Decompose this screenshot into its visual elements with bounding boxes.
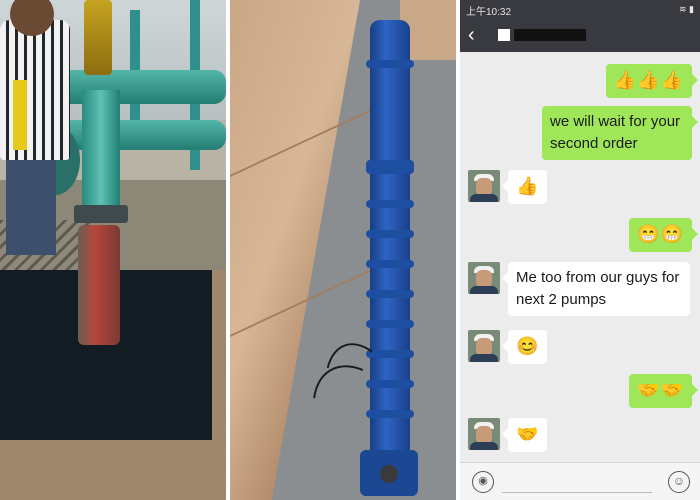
message-bubble-incoming[interactable]: 👍: [501, 170, 548, 204]
message-bubble-incoming[interactable]: 🤝: [501, 418, 548, 452]
vertical-pipe: [82, 90, 120, 210]
thumbs-up-icon: 👍👍👍: [613, 70, 684, 90]
contact-name-redacted: [514, 29, 586, 41]
grinning-face-icon: 😁😁: [637, 224, 684, 244]
message-bubble-incoming[interactable]: Me too from our guys for next 2 pumps: [502, 262, 690, 316]
chat-header: ‹: [460, 18, 700, 52]
message-bubble-outgoing[interactable]: 👍👍👍: [605, 64, 699, 98]
avatar-shirt: [470, 286, 498, 294]
pump-body: [78, 225, 120, 345]
pump-rib: [366, 320, 414, 328]
status-bar: 上午10:32 ≋ ▮: [460, 0, 700, 18]
worker: [0, 20, 70, 160]
status-time: 上午10:32: [466, 7, 512, 18]
contact-avatar-redacted: [498, 29, 510, 41]
input-bar: ◉ ☺: [460, 462, 700, 500]
avatar-shirt: [470, 194, 498, 202]
message-text: Me too from our guys for next 2 pumps: [516, 269, 680, 308]
avatar[interactable]: [468, 418, 500, 450]
handshake-icon: 🤝🤝: [637, 380, 684, 400]
avatar-shirt: [470, 354, 498, 362]
worker-legs: [6, 155, 56, 255]
back-icon[interactable]: ‹: [468, 24, 488, 46]
pit-edge: [212, 270, 226, 500]
message-bubble-outgoing[interactable]: 🤝🤝: [629, 374, 698, 408]
handshake-icon: 🤝: [516, 424, 540, 444]
message-text: we will wait for your second order: [550, 113, 681, 152]
submersible-pump-photo: [230, 0, 456, 500]
pump-outlet: [380, 465, 398, 483]
crane-hook: [84, 0, 112, 75]
smiling-face-icon: 😊: [516, 336, 540, 356]
emoji-icon[interactable]: ☺: [668, 471, 690, 493]
pit-edge: [0, 440, 226, 500]
message-bubble-outgoing[interactable]: 😁😁: [629, 218, 698, 252]
message-bubble-incoming[interactable]: 😊: [501, 330, 548, 364]
chat-screen: 上午10:32 ≋ ▮ ‹ 👍👍👍 we will wait for your …: [460, 0, 700, 500]
thumbs-up-icon: 👍: [516, 176, 540, 196]
avatar[interactable]: [468, 262, 500, 294]
pump-rib: [366, 290, 414, 298]
avatar-shirt: [470, 442, 498, 450]
pump-rib: [366, 230, 414, 238]
pump-flange: [366, 160, 414, 174]
pipe-flange: [74, 205, 128, 223]
message-bubble-outgoing[interactable]: we will wait for your second order: [542, 106, 698, 160]
avatar[interactable]: [468, 170, 500, 202]
signal-battery-icon: ≋ ▮: [679, 4, 694, 14]
pump-rib: [366, 60, 414, 68]
pump-installation-photo: [0, 0, 226, 500]
pump-rib: [366, 200, 414, 208]
lifting-strap: [13, 80, 27, 150]
voice-icon[interactable]: ◉: [472, 471, 494, 493]
avatar[interactable]: [468, 330, 500, 362]
message-input[interactable]: [502, 471, 652, 493]
pump-rib: [366, 260, 414, 268]
